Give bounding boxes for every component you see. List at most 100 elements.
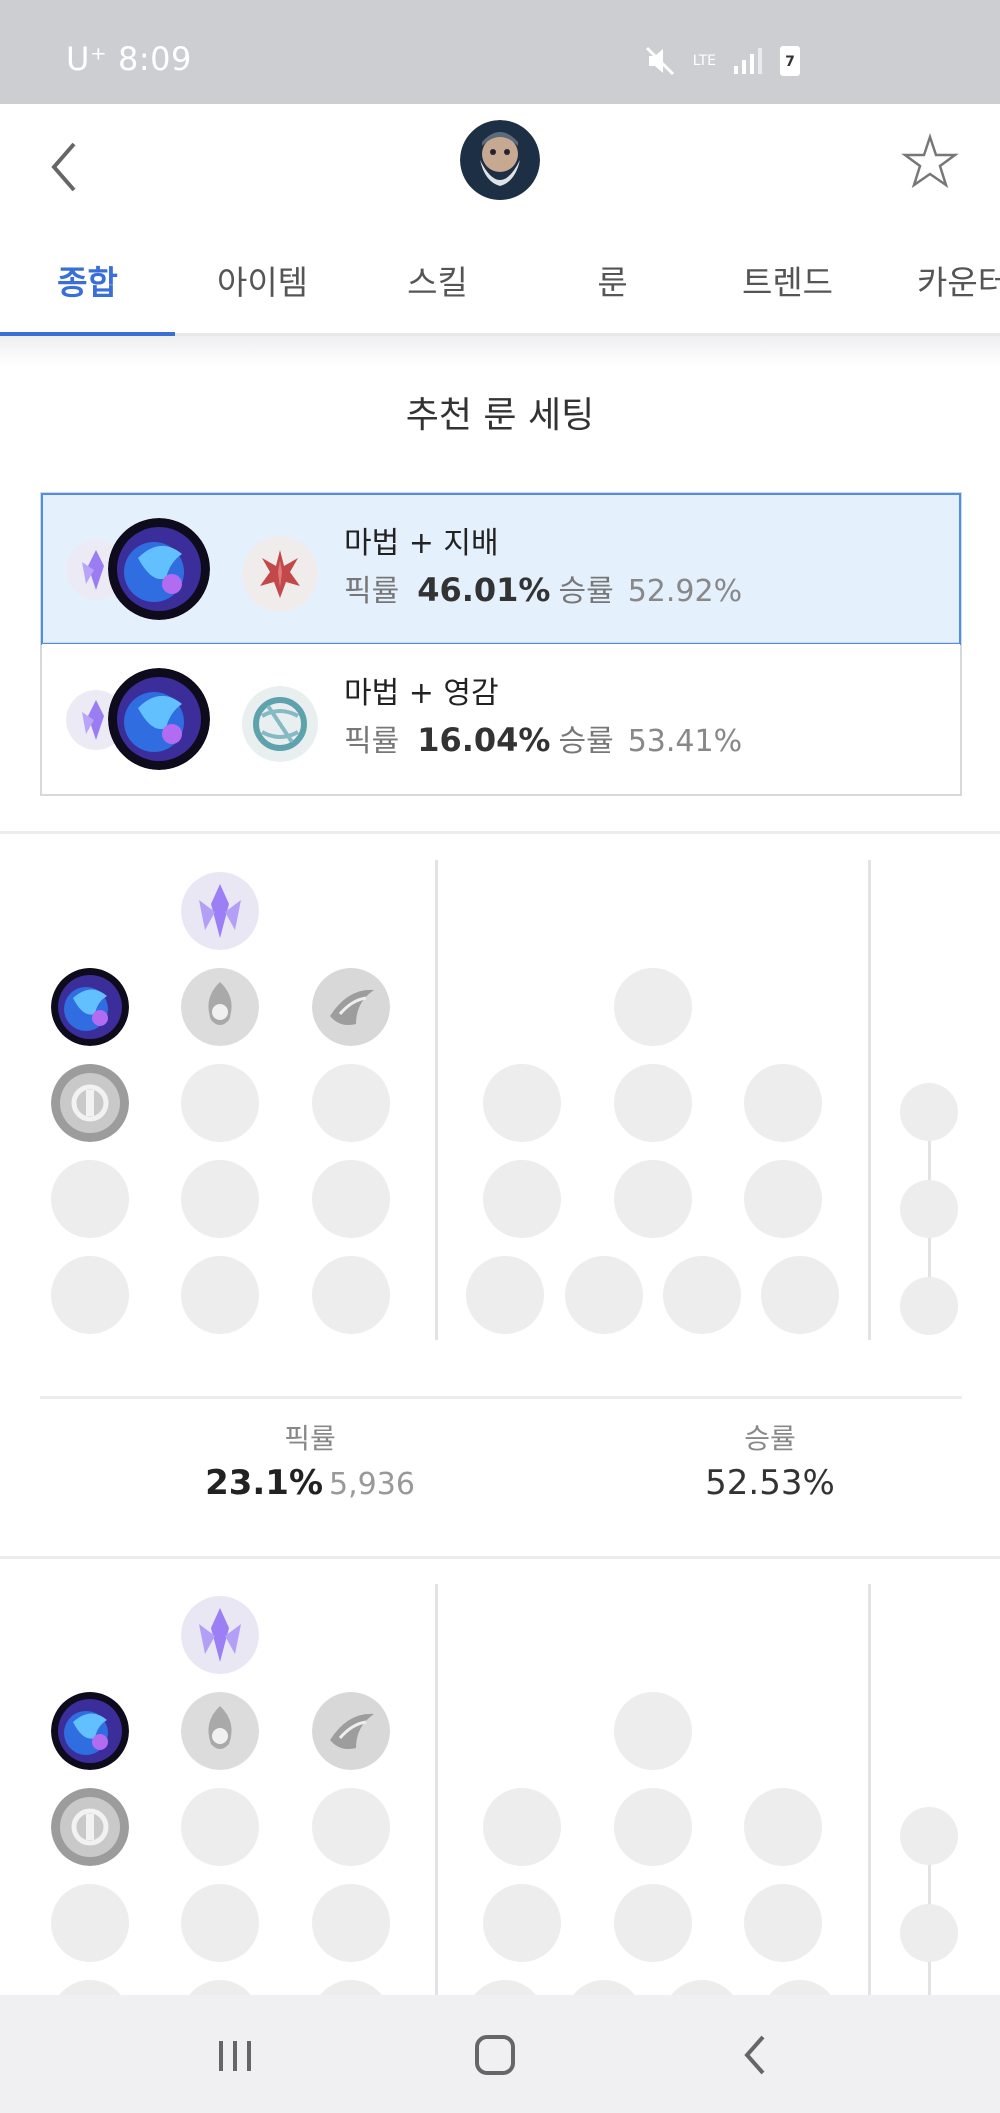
win-rate-label: 승률 xyxy=(558,724,614,759)
section-title: 추천 룬 세팅 xyxy=(405,395,595,436)
win-rate-value: 53.41% xyxy=(627,724,743,759)
rune-slot xyxy=(181,1884,259,1962)
win-rate-label: 승률 xyxy=(744,1422,796,1455)
tab-trends[interactable]: 트렌드 xyxy=(700,256,875,304)
rune-page xyxy=(0,840,1000,1340)
win-rate-value: 52.53% xyxy=(705,1463,835,1503)
pick-rate-stat: 픽률 23.1% 5,936 xyxy=(110,1417,510,1503)
rune-set-name: 마법 + 지배 xyxy=(344,526,499,561)
pick-rate-label: 픽률 xyxy=(344,574,400,609)
recent-apps-icon[interactable] xyxy=(205,2025,265,2085)
rune-slot xyxy=(614,1884,692,1962)
inspiration-path-icon xyxy=(242,686,318,762)
rune-slot xyxy=(51,1884,129,1962)
section-divider xyxy=(0,831,1000,834)
battery-icon: 7 xyxy=(780,46,800,76)
manaflow-band-rune-icon xyxy=(51,1788,129,1866)
rune-slot xyxy=(614,1692,692,1770)
rune-slot xyxy=(483,1064,561,1142)
pick-rate-value: 23.1% xyxy=(205,1463,324,1503)
summon-aery-rune-icon xyxy=(312,1692,390,1770)
arcane-comet-rune-icon xyxy=(51,968,129,1046)
rune-slot xyxy=(312,1884,390,1962)
phase-rush-rune-icon xyxy=(181,1692,259,1770)
app: U⁺ 8:09 LTE 7 종합 아이템 스킬 룬 트렌드 카운터 추천 룬 세… xyxy=(0,0,1000,2113)
win-rate-label: 승률 xyxy=(558,574,614,609)
pick-rate-label: 픽률 xyxy=(344,724,400,759)
nav-back-icon[interactable] xyxy=(725,2025,785,2085)
rune-slot xyxy=(466,1256,544,1334)
status-bar: U⁺ 8:09 LTE 7 xyxy=(0,0,1000,104)
arcane-comet-icon xyxy=(108,518,210,620)
rune-slot xyxy=(744,1064,822,1142)
shard-slot xyxy=(900,1277,958,1335)
rune-slot xyxy=(312,1256,390,1334)
shard-slot xyxy=(900,1904,958,1962)
rune-slot xyxy=(761,1256,839,1334)
tabs-shadow xyxy=(0,336,1000,366)
tab-items[interactable]: 아이템 xyxy=(175,256,350,304)
column-divider xyxy=(868,860,871,1340)
network-label: LTE xyxy=(692,53,716,69)
rune-set-option[interactable]: 마법 + 영감 픽률 16.04% 승률 53.41% xyxy=(42,644,960,794)
manaflow-band-rune-icon xyxy=(51,1064,129,1142)
rune-slot xyxy=(312,1160,390,1238)
clock: 8:09 xyxy=(117,40,192,78)
rune-slot xyxy=(614,1788,692,1866)
pick-rate-value-line: 23.1% 5,936 xyxy=(110,1463,510,1503)
favorite-star-icon[interactable] xyxy=(900,132,960,192)
rune-slot xyxy=(614,1160,692,1238)
rune-slot xyxy=(181,1160,259,1238)
shard-slot xyxy=(900,1083,958,1141)
rune-slot xyxy=(483,1884,561,1962)
rune-slot xyxy=(565,1256,643,1334)
pick-rate-label: 픽률 xyxy=(284,1422,336,1455)
carrier-label: U⁺ xyxy=(66,40,108,78)
rune-slot xyxy=(483,1160,561,1238)
home-icon[interactable] xyxy=(465,2025,525,2085)
tab-counters[interactable]: 카운터 xyxy=(875,256,1000,304)
tab-runes[interactable]: 룬 xyxy=(525,256,700,304)
back-button[interactable] xyxy=(40,134,90,200)
battery-level: 7 xyxy=(785,54,795,70)
tab-skills[interactable]: 스킬 xyxy=(350,256,525,304)
arcane-comet-rune-icon xyxy=(51,1692,129,1770)
rune-slot xyxy=(744,1788,822,1866)
status-icons: LTE 7 xyxy=(643,44,800,78)
rune-slot xyxy=(181,1064,259,1142)
rune-set-stats: 픽률 46.01% 승률 52.92% xyxy=(344,566,742,610)
rune-slot xyxy=(181,1788,259,1866)
win-rate-stat: 승률 52.53% xyxy=(570,1417,970,1503)
domination-path-icon xyxy=(242,536,318,612)
mute-icon xyxy=(645,46,674,76)
rune-slot xyxy=(51,1256,129,1334)
rune-page xyxy=(0,1564,1000,2064)
column-divider xyxy=(435,1584,438,2064)
tab-overview[interactable]: 종합 xyxy=(0,256,175,304)
rune-page-stats: 픽률 23.1% 5,936 승률 52.53% xyxy=(40,1396,962,1546)
champion-avatar xyxy=(460,120,540,200)
rune-slot xyxy=(663,1256,741,1334)
shard-slot xyxy=(900,1807,958,1865)
pick-rate-value: 16.04% xyxy=(417,721,551,759)
rune-slot xyxy=(51,1160,129,1238)
rune-slot xyxy=(614,1064,692,1142)
system-nav-bar xyxy=(0,1995,1000,2113)
app-header xyxy=(0,104,1000,232)
rune-slot xyxy=(312,1788,390,1866)
summon-aery-rune-icon xyxy=(312,968,390,1046)
column-divider xyxy=(435,860,438,1340)
rune-slot xyxy=(312,1064,390,1142)
sorcery-tree-icon xyxy=(181,872,259,950)
rune-set-stats: 픽률 16.04% 승률 53.41% xyxy=(344,716,742,760)
rune-set-option[interactable]: 마법 + 지배 픽률 46.01% 승률 52.92% xyxy=(41,493,961,645)
arcane-comet-icon xyxy=(108,668,210,770)
rune-slot xyxy=(483,1788,561,1866)
rune-set-name: 마법 + 영감 xyxy=(344,676,499,711)
signal-icon xyxy=(734,48,762,74)
win-rate-value: 52.92% xyxy=(627,574,743,609)
pick-rate-value: 46.01% xyxy=(417,571,551,609)
tab-bar: 종합 아이템 스킬 룬 트렌드 카운터 xyxy=(0,232,1000,336)
phase-rush-rune-icon xyxy=(181,968,259,1046)
rune-set-list: 마법 + 지배 픽률 46.01% 승률 52.92% 마법 + 영감 픽률 16.04… xyxy=(40,492,962,796)
